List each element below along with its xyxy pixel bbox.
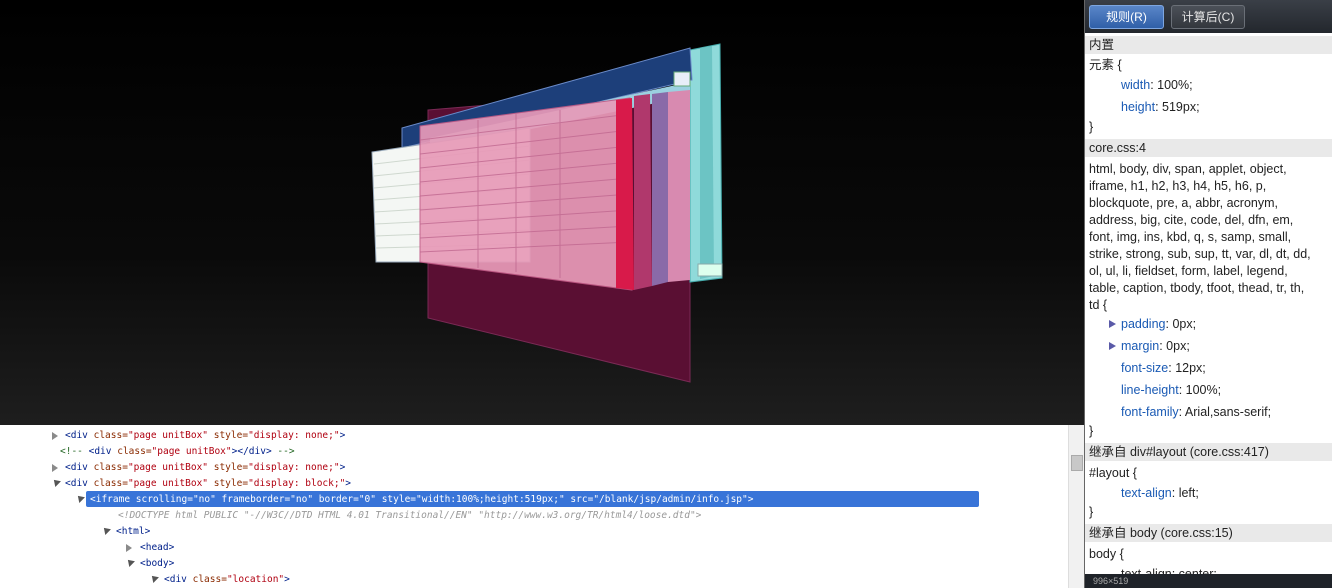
css-prop-width[interactable]: width: 100%; <box>1121 75 1193 95</box>
dom-node-body[interactable]: <body> <box>140 556 174 572</box>
status-bar: 996×519 <box>1085 574 1332 588</box>
3d-view-canvas[interactable] <box>0 0 1084 425</box>
closing-brace: } <box>1089 424 1094 438</box>
dom-node-html[interactable]: <html> <box>116 524 150 540</box>
core-selector-line: table, caption, tbody, tfoot, thead, tr,… <box>1089 281 1305 295</box>
triangle-right-icon[interactable] <box>126 544 132 552</box>
dom-node-div-location[interactable]: <div class="location"> <box>164 572 290 588</box>
layer-purple-strip <box>652 92 668 286</box>
expand-triangle-icon[interactable] <box>1109 342 1116 350</box>
inherit-layout-selector[interactable]: #layout { <box>1089 463 1137 483</box>
dom-node-div-visible[interactable]: <div class="page unitBox" style="display… <box>65 476 351 492</box>
layer-magenta-strip <box>634 94 652 290</box>
dom-node-div-hidden-2[interactable]: <div class="page unitBox" style="display… <box>65 460 345 476</box>
dom-node-head[interactable]: <head> <box>140 540 174 556</box>
layer-toolbar-box <box>673 71 691 87</box>
expand-triangle-icon[interactable] <box>1109 320 1116 328</box>
dom-scrollbar-thumb[interactable] <box>1071 455 1083 471</box>
tab-rules[interactable]: 规则(R) <box>1089 5 1164 29</box>
section-inline-header: 内置 <box>1085 36 1332 54</box>
closing-brace: } <box>1089 120 1094 134</box>
css-prop-margin[interactable]: margin: 0px; <box>1121 336 1190 356</box>
styles-tabbar: 规则(R) 计算后(C) <box>1085 0 1332 33</box>
triangle-down-icon[interactable] <box>75 493 85 503</box>
tab-computed[interactable]: 计算后(C) <box>1171 5 1245 29</box>
section-inherit-body-header[interactable]: 继承自 body (core.css:15) <box>1085 524 1332 542</box>
section-inherit-layout-header[interactable]: 继承自 div#layout (core.css:417) <box>1085 443 1332 461</box>
triangle-right-icon[interactable] <box>52 464 58 472</box>
inherit-body-selector[interactable]: body { <box>1089 544 1124 564</box>
triangle-down-icon[interactable] <box>149 573 159 583</box>
triangle-down-icon[interactable] <box>125 557 135 567</box>
styles-panel: 规则(R) 计算后(C) 内置 元素 { width: 100%; height… <box>1084 0 1332 588</box>
dom-node-iframe-selected[interactable]: <iframe scrolling="no" frameborder="no" … <box>90 492 753 508</box>
triangle-down-icon[interactable] <box>51 477 61 487</box>
layer-red-strip <box>616 98 634 290</box>
devtools-3d-inspector: <div class="page unitBox" style="display… <box>0 0 1332 588</box>
css-prop-height[interactable]: height: 519px; <box>1121 97 1200 117</box>
layer-cyan-strip-2 <box>700 46 714 279</box>
dom-tree-panel[interactable]: <div class="page unitBox" style="display… <box>0 425 1068 588</box>
css-prop-font-family[interactable]: font-family: Arial,sans-serif; <box>1121 402 1271 422</box>
layer-pink-back <box>668 90 690 282</box>
dom-node-div-hidden-1[interactable]: <div class="page unitBox" style="display… <box>65 428 345 444</box>
closing-brace: } <box>1089 505 1094 519</box>
triangle-right-icon[interactable] <box>52 432 58 440</box>
dom-node-doctype[interactable]: <!DOCTYPE html PUBLIC "-//W3C//DTD HTML … <box>118 508 701 524</box>
core-selector-line: td { <box>1089 298 1108 312</box>
layer-small-box <box>697 263 723 277</box>
css-prop-padding[interactable]: padding: 0px; <box>1121 314 1196 334</box>
css-prop-line-height[interactable]: line-height: 100%; <box>1121 380 1221 400</box>
inline-selector[interactable]: 元素 { <box>1089 55 1122 75</box>
css-prop-text-align[interactable]: text-align: left; <box>1121 483 1199 503</box>
dom-node-comment[interactable]: <!-- <div class="page unitBox"></div> --… <box>60 444 295 460</box>
3d-layers-svg <box>371 43 723 383</box>
triangle-down-icon[interactable] <box>101 525 111 535</box>
dom-scrollbar[interactable] <box>1068 425 1084 588</box>
css-prop-font-size[interactable]: font-size: 12px; <box>1121 358 1206 378</box>
section-core-header[interactable]: core.css:4 <box>1085 139 1332 157</box>
